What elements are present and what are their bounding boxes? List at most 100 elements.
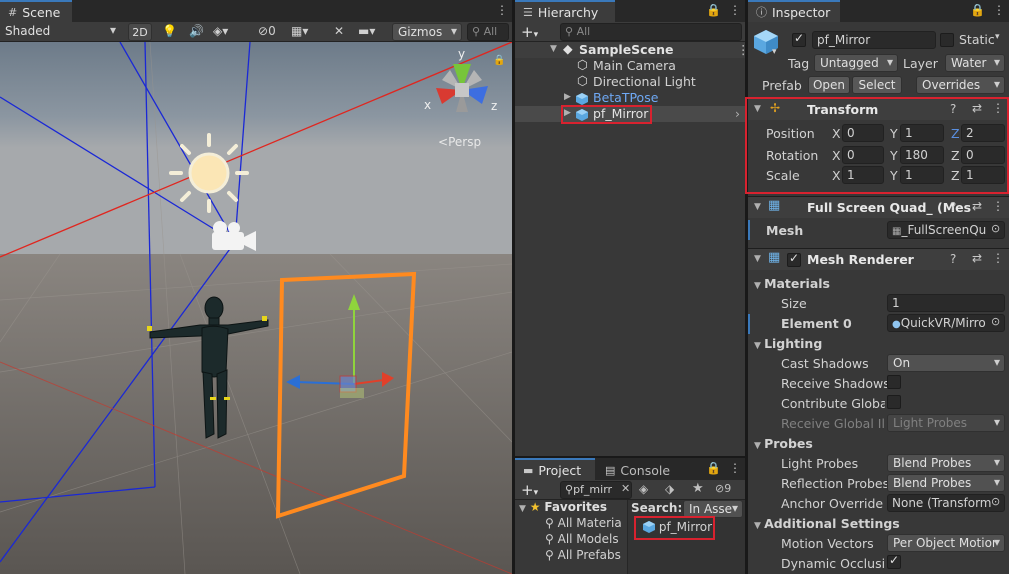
mesh-renderer-header[interactable]: ▼ ▦ Mesh Renderer ? ⇄ ⋮ [748,248,1009,270]
gizmos-dropdown[interactable]: Gizmos [392,23,462,41]
search-icon: ⚲ [565,483,574,496]
expand-arrow-icon[interactable]: ▼ [550,44,557,54]
expand-arrow-icon[interactable]: ▶ [564,92,571,102]
effects-dropdown-icon[interactable]: ◈▾ [213,24,228,38]
light-probes-dropdown[interactable]: Blend Probes [887,454,1005,472]
static-checkbox[interactable] [940,33,954,47]
more-menu-icon[interactable]: ⋮ [496,3,508,17]
tag-label: Tag [788,56,810,71]
create-asset-button[interactable]: +▾ [521,481,538,499]
search-by-type-icon[interactable]: ◈ [639,482,648,496]
object-picker-icon[interactable]: ⊙ [991,315,1000,328]
favorite-item-all-materials[interactable]: ⚲ All Materia [545,516,622,530]
motion-vectors-dropdown[interactable]: Per Object Motior [887,534,1005,552]
component-menu-icon[interactable]: ⋮ [992,251,1004,265]
tab-hierarchy[interactable]: ☰ Hierarchy [515,0,615,22]
anchor-override-label: Anchor Override [781,496,884,511]
receive-gi-dropdown: Light Probes [887,414,1005,432]
open-prefab-arrow-icon[interactable]: › [735,106,740,121]
more-menu-icon[interactable]: ⋮ [993,3,1005,17]
collapse-arrow-icon[interactable]: ▼ [754,254,761,264]
static-dropdown-arrow-icon[interactable]: ▾ [995,32,1000,42]
lighting-foldout[interactable]: ▼ Lighting [754,336,822,351]
lock-icon[interactable]: 🔒 [706,461,721,475]
receive-shadows-checkbox[interactable] [887,375,901,389]
shading-mode-dropdown[interactable]: Shaded [0,23,120,41]
favorite-item-all-models[interactable]: ⚲ All Models [545,532,619,546]
2d-toggle-button[interactable]: 2D [128,23,152,41]
lock-icon[interactable]: 🔒 [493,54,505,66]
dynamic-occlusion-label: Dynamic Occlusio [781,556,885,571]
clear-search-icon[interactable]: ✕ [621,482,630,495]
mesh-label[interactable]: Mesh [766,223,803,238]
grid-toggle-icon[interactable]: ▦▾ [291,24,308,38]
camera-dropdown-icon[interactable]: ▬▾ [358,24,375,38]
tab-scene[interactable]: # Scene [0,0,72,22]
tools-icon[interactable]: ✕ [334,24,344,38]
tab-inspector[interactable]: ⓘ Inspector [748,0,840,22]
active-checkbox[interactable] [792,31,806,47]
favorites-header[interactable]: ▼ ★ Favorites [519,500,607,514]
prefab-overrides-dropdown[interactable]: Overrides [916,76,1005,94]
help-icon[interactable]: ? [950,252,956,266]
additional-settings-foldout[interactable]: ▼ Additional Settings [754,516,900,531]
hierarchy-item-betatpose[interactable]: ▶ BetaTPose [515,90,745,106]
favorite-star-icon[interactable]: ★ [692,481,704,496]
layer-dropdown[interactable]: Water [945,54,1005,72]
mesh-object-field[interactable]: ▦_FullScreenQu [887,221,1005,239]
hierarchy-search-input[interactable]: ⚲ All [560,23,742,41]
component-menu-icon[interactable]: ⋮ [992,199,1004,213]
cast-shadows-dropdown[interactable]: On [887,354,1005,372]
scene-search-input[interactable]: ⚲ All [467,23,509,41]
tag-dropdown[interactable]: Untagged [814,54,898,72]
dynamic-occlusion-checkbox[interactable] [887,553,901,569]
tab-console[interactable]: ▤ Console [597,458,683,480]
prefab-cube-icon [576,91,588,106]
scene-viewport[interactable]: 🔒 [0,42,512,574]
search-icon: ⚲ [545,532,558,546]
lighting-toggle-icon[interactable]: 💡 [162,24,177,38]
object-picker-icon[interactable]: ⊙ [991,495,1000,508]
presets-icon[interactable]: ⇄ [972,251,982,265]
persp-label[interactable]: <Persp [438,135,481,149]
more-menu-icon[interactable]: ⋮ [729,461,741,475]
audio-toggle-icon[interactable]: 🔊 [189,24,204,38]
mesh-renderer-enabled-checkbox[interactable] [787,251,801,267]
static-label[interactable]: Static [959,32,995,47]
search-by-label-icon[interactable]: ⬗ [665,482,674,496]
probes-foldout[interactable]: ▼ Probes [754,436,813,451]
anchor-override-field[interactable]: None (Transform [887,494,1005,512]
light-probes-label: Light Probes [781,456,859,471]
materials-foldout[interactable]: ▼ Materials [754,276,830,291]
favorite-item-all-prefabs[interactable]: ⚲ All Prefabs [545,548,621,562]
contribute-gi-checkbox[interactable] [887,395,901,409]
help-icon[interactable]: ? [950,200,956,214]
hidden-objects-icon[interactable]: ⊘0 [258,24,276,38]
prefab-open-button[interactable]: Open [808,76,850,94]
motion-vectors-label: Motion Vectors [781,536,874,551]
element0-material-field[interactable]: ●QuickVR/Mirro [887,314,1005,332]
hierarchy-item-main-camera[interactable]: ⬡ Main Camera [515,57,745,74]
directional-light-icon[interactable] [169,133,249,213]
reflection-probes-dropdown[interactable]: Blend Probes [887,474,1005,492]
star-icon: ★ [529,500,541,514]
more-menu-icon[interactable]: ⋮ [729,3,741,17]
icon-dropdown-arrow-icon[interactable]: ▾ [772,47,777,57]
hierarchy-item-directional-light[interactable]: ⬡ Directional Light [515,73,745,90]
hierarchy-item-samplescene[interactable]: ▼ ◆ SampleScene ⋮ [515,41,750,58]
materials-size-field[interactable]: 1 [887,294,1005,312]
hidden-packages-icon[interactable]: ⊘9 [715,482,731,495]
scene-panel: # Scene ⋮ Shaded 2D 💡 🔊 ◈▾ ⊘0 ▦▾ ✕ ▬▾ Gi… [0,0,512,574]
mesh-filter-header[interactable]: ▼ ▦ Full Screen Quad_ (Mes ? ⇄ ⋮ [748,196,1009,218]
hierarchy-tabbar: ☰ Hierarchy 🔒 ⋮ [515,0,745,22]
lock-icon[interactable]: 🔒 [706,3,721,17]
object-picker-icon[interactable]: ⊙ [991,222,1000,235]
object-name-field[interactable]: pf_Mirror [812,31,936,49]
lock-icon[interactable]: 🔒 [970,3,985,17]
create-button[interactable]: +▾ [521,23,538,41]
prefab-select-button[interactable]: Select [852,76,902,94]
tab-project[interactable]: ▬ Project [515,458,595,480]
expand-arrow-icon[interactable]: ▼ [519,504,526,514]
presets-icon[interactable]: ⇄ [972,199,982,213]
collapse-arrow-icon[interactable]: ▼ [754,202,761,212]
